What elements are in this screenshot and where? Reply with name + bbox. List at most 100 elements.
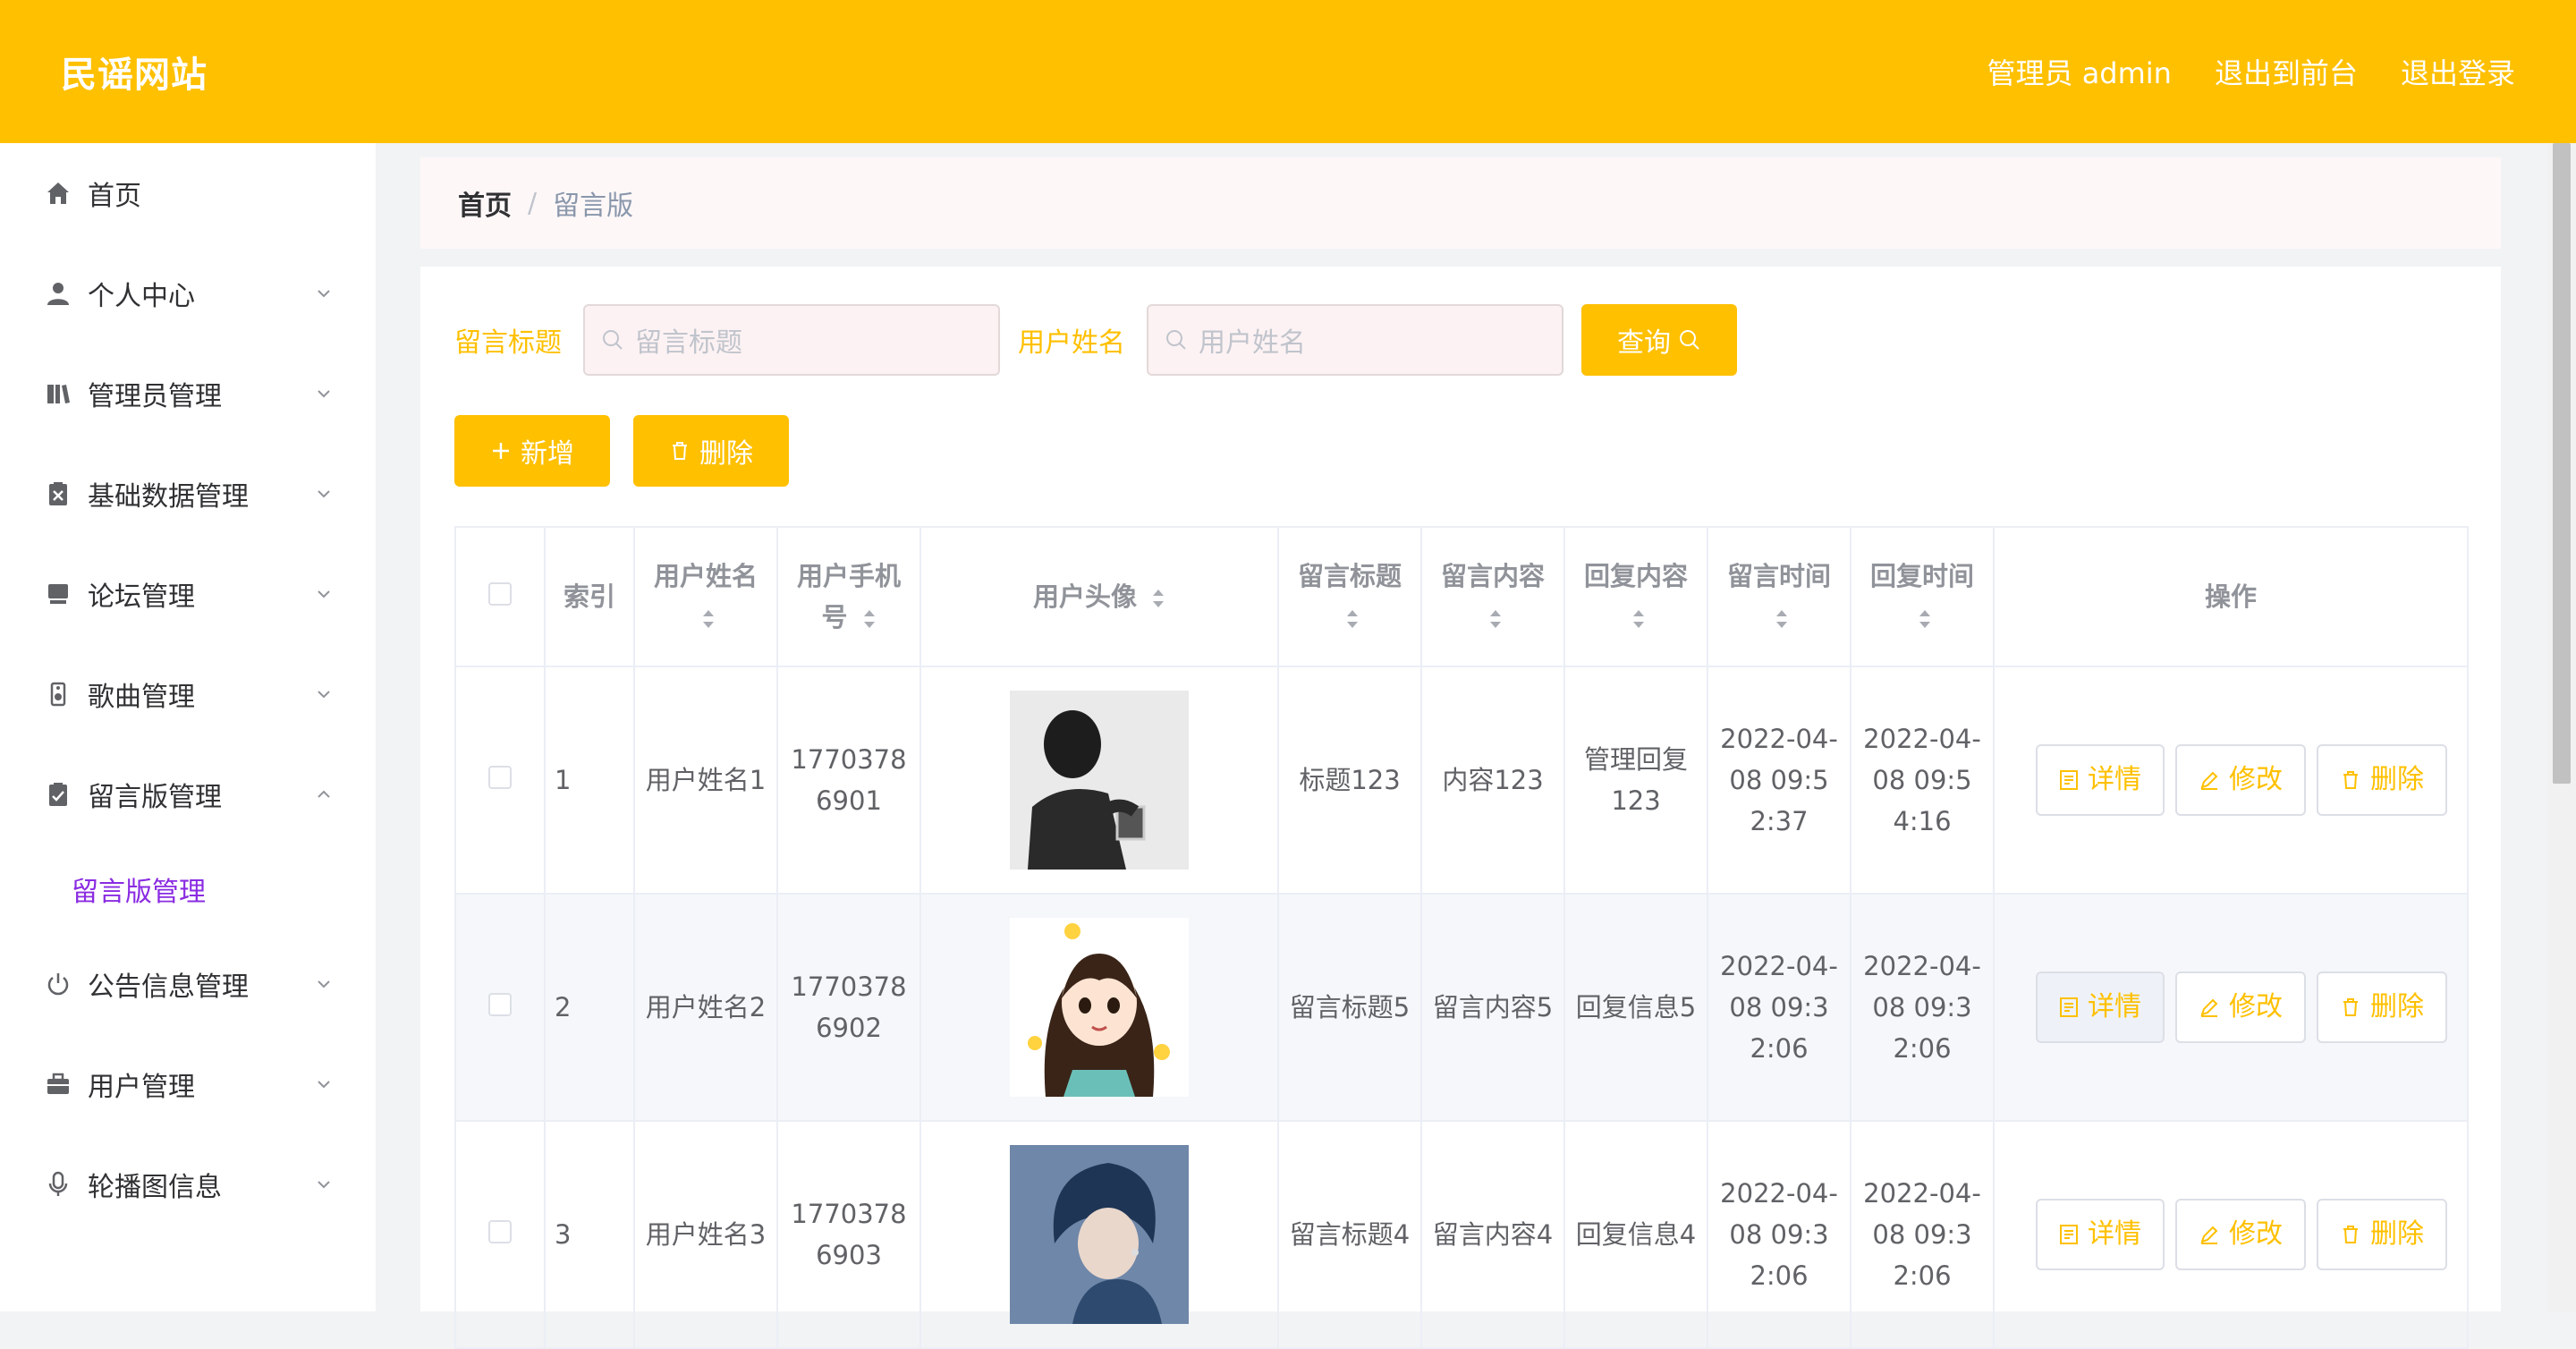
sort-icon[interactable] xyxy=(701,607,716,631)
sidebar-item-messages[interactable]: 留言版管理 xyxy=(0,744,376,844)
site-brand: 民谣网站 xyxy=(61,55,208,96)
sidebar-item-carousel[interactable]: 轮播图信息 xyxy=(0,1134,376,1234)
header-reply-label: 回复内容 xyxy=(1583,561,1688,591)
header-reply-time[interactable]: 回复时间 xyxy=(1850,526,1995,667)
trash-icon xyxy=(2343,771,2358,789)
cell-content: 留言内容5 xyxy=(1420,893,1565,1122)
edit-button[interactable]: 修改 xyxy=(2175,971,2306,1043)
sidebar-item-home[interactable]: 首页 xyxy=(0,143,376,243)
forum-icon xyxy=(43,579,73,609)
add-button[interactable]: 新增 xyxy=(454,415,610,487)
header-reply-time-label: 回复时间 xyxy=(1869,561,1974,591)
batch-delete-button[interactable]: 删除 xyxy=(633,415,789,487)
sidebar-item-forum[interactable]: 论坛管理 xyxy=(0,544,376,644)
avatar[interactable] xyxy=(1010,1145,1189,1324)
avatar[interactable] xyxy=(1010,918,1189,1097)
sort-icon[interactable] xyxy=(1631,607,1646,631)
header-username[interactable]: 用户姓名 xyxy=(633,526,778,667)
cell-reply: 管理回复123 xyxy=(1563,666,1708,895)
delete-button[interactable]: 删除 xyxy=(2317,971,2447,1043)
cell-index: 3 xyxy=(544,1120,635,1349)
query-button[interactable]: 查询 xyxy=(1581,304,1737,376)
sort-icon[interactable] xyxy=(1488,607,1503,631)
sort-icon[interactable] xyxy=(1775,607,1789,631)
header-title[interactable]: 留言标题 xyxy=(1277,526,1422,667)
header-phone-label: 用户手机号 xyxy=(796,561,901,632)
row-select[interactable] xyxy=(454,666,546,895)
cell-index: 1 xyxy=(544,666,635,895)
row-checkbox[interactable] xyxy=(488,1220,512,1243)
sidebar-item-songs[interactable]: 歌曲管理 xyxy=(0,644,376,744)
sort-icon[interactable] xyxy=(1151,587,1165,610)
table-row: 2 用户姓名2 17703786902 留言标题5 留言内容5 回复信息5 20… xyxy=(454,893,2469,1122)
header-links: 管理员 admin 退出到前台 退出登录 xyxy=(1987,51,2515,92)
edit-button[interactable]: 修改 xyxy=(2175,744,2306,816)
detail-button[interactable]: 详情 xyxy=(2036,1199,2165,1270)
power-icon xyxy=(43,969,73,999)
delete-button[interactable]: 删除 xyxy=(2317,744,2447,816)
header-msg-time-label: 留言时间 xyxy=(1726,561,1831,591)
name-search-input[interactable]: 用户姓名 xyxy=(1147,304,1563,376)
cell-index: 2 xyxy=(544,893,635,1122)
table-row: 1 用户姓名1 17703786901 标题123 内容123 管理回复123 … xyxy=(454,666,2469,895)
clipboard-check-icon xyxy=(43,779,73,810)
header-username-label: 用户姓名 xyxy=(653,561,758,591)
detail-button[interactable]: 详情 xyxy=(2036,744,2165,816)
row-checkbox[interactable] xyxy=(488,993,512,1016)
submenu-item-messages[interactable]: 留言版管理 xyxy=(0,844,376,934)
table-row: 3 用户姓名3 17703786903 留言标题4 留言内容4 回复信息4 20… xyxy=(454,1120,2469,1349)
select-all-checkbox[interactable] xyxy=(488,582,512,606)
sort-icon[interactable] xyxy=(862,607,877,631)
sort-icon[interactable] xyxy=(1345,607,1360,631)
sort-icon[interactable] xyxy=(1918,607,1932,631)
detail-label: 详情 xyxy=(2088,764,2141,795)
header-reply[interactable]: 回复内容 xyxy=(1563,526,1708,667)
clipboard-x-icon xyxy=(43,479,73,509)
logout-link[interactable]: 退出登录 xyxy=(2401,51,2515,92)
sidebar-item-label: 轮播图信息 xyxy=(88,1172,222,1203)
name-search-placeholder: 用户姓名 xyxy=(1199,327,1306,359)
header-select-all[interactable] xyxy=(454,526,546,667)
title-search-label: 留言标题 xyxy=(454,327,562,359)
detail-button[interactable]: 详情 xyxy=(2036,971,2165,1043)
top-header: 民谣网站 管理员 admin 退出到前台 退出登录 xyxy=(0,0,2576,143)
header-content[interactable]: 留言内容 xyxy=(1420,526,1565,667)
breadcrumb-home[interactable]: 首页 xyxy=(458,183,512,223)
edit-button[interactable]: 修改 xyxy=(2175,1199,2306,1270)
row-select[interactable] xyxy=(454,893,546,1122)
page-scrollbar[interactable] xyxy=(2547,143,2576,1311)
header-phone[interactable]: 用户手机号 xyxy=(776,526,921,667)
sidebar-item-basic-data[interactable]: 基础数据管理 xyxy=(0,444,376,544)
row-select[interactable] xyxy=(454,1120,546,1349)
header-msg-time[interactable]: 留言时间 xyxy=(1707,526,1852,667)
search-icon xyxy=(1166,330,1186,350)
sidebar-item-label: 留言版管理 xyxy=(88,782,222,813)
breadcrumb: 首页 / 留言版 xyxy=(420,157,2501,249)
batch-delete-label: 删除 xyxy=(699,438,753,470)
cell-username: 用户姓名2 xyxy=(633,893,778,1122)
admin-label: 管理员 admin xyxy=(1987,56,2172,90)
row-checkbox[interactable] xyxy=(488,766,512,789)
title-search-input[interactable]: 留言标题 xyxy=(583,304,1000,376)
delete-button[interactable]: 删除 xyxy=(2317,1199,2447,1270)
chevron-down-icon xyxy=(318,590,330,598)
exit-to-front-link[interactable]: 退出到前台 xyxy=(2215,51,2358,92)
book-icon xyxy=(43,378,73,409)
sidebar-item-label: 管理员管理 xyxy=(88,381,222,412)
cell-avatar xyxy=(919,666,1279,895)
cell-title: 留言标题5 xyxy=(1277,893,1422,1122)
cell-avatar xyxy=(919,893,1279,1122)
cell-reply-time: 2022-04-08 09:32:06 xyxy=(1850,1120,1995,1349)
sidebar-item-notices[interactable]: 公告信息管理 xyxy=(0,934,376,1034)
document-icon xyxy=(2060,997,2078,1017)
scrollbar-thumb[interactable] xyxy=(2553,143,2571,784)
messages-table: 索引 用户姓名 用户手机号 用户头像 留言标题 留言内容 回复内容 留言时间 回… xyxy=(454,526,2469,1349)
avatar[interactable] xyxy=(1010,691,1189,870)
trash-icon xyxy=(2343,1226,2358,1243)
sidebar-item-label: 用户管理 xyxy=(88,1072,195,1103)
sidebar-item-admins[interactable]: 管理员管理 xyxy=(0,344,376,444)
sidebar-item-profile[interactable]: 个人中心 xyxy=(0,243,376,344)
header-avatar[interactable]: 用户头像 xyxy=(919,526,1279,667)
search-bar: 留言标题 留言标题 用户姓名 用户姓名 查询 xyxy=(454,304,1737,376)
sidebar-item-users[interactable]: 用户管理 xyxy=(0,1034,376,1134)
